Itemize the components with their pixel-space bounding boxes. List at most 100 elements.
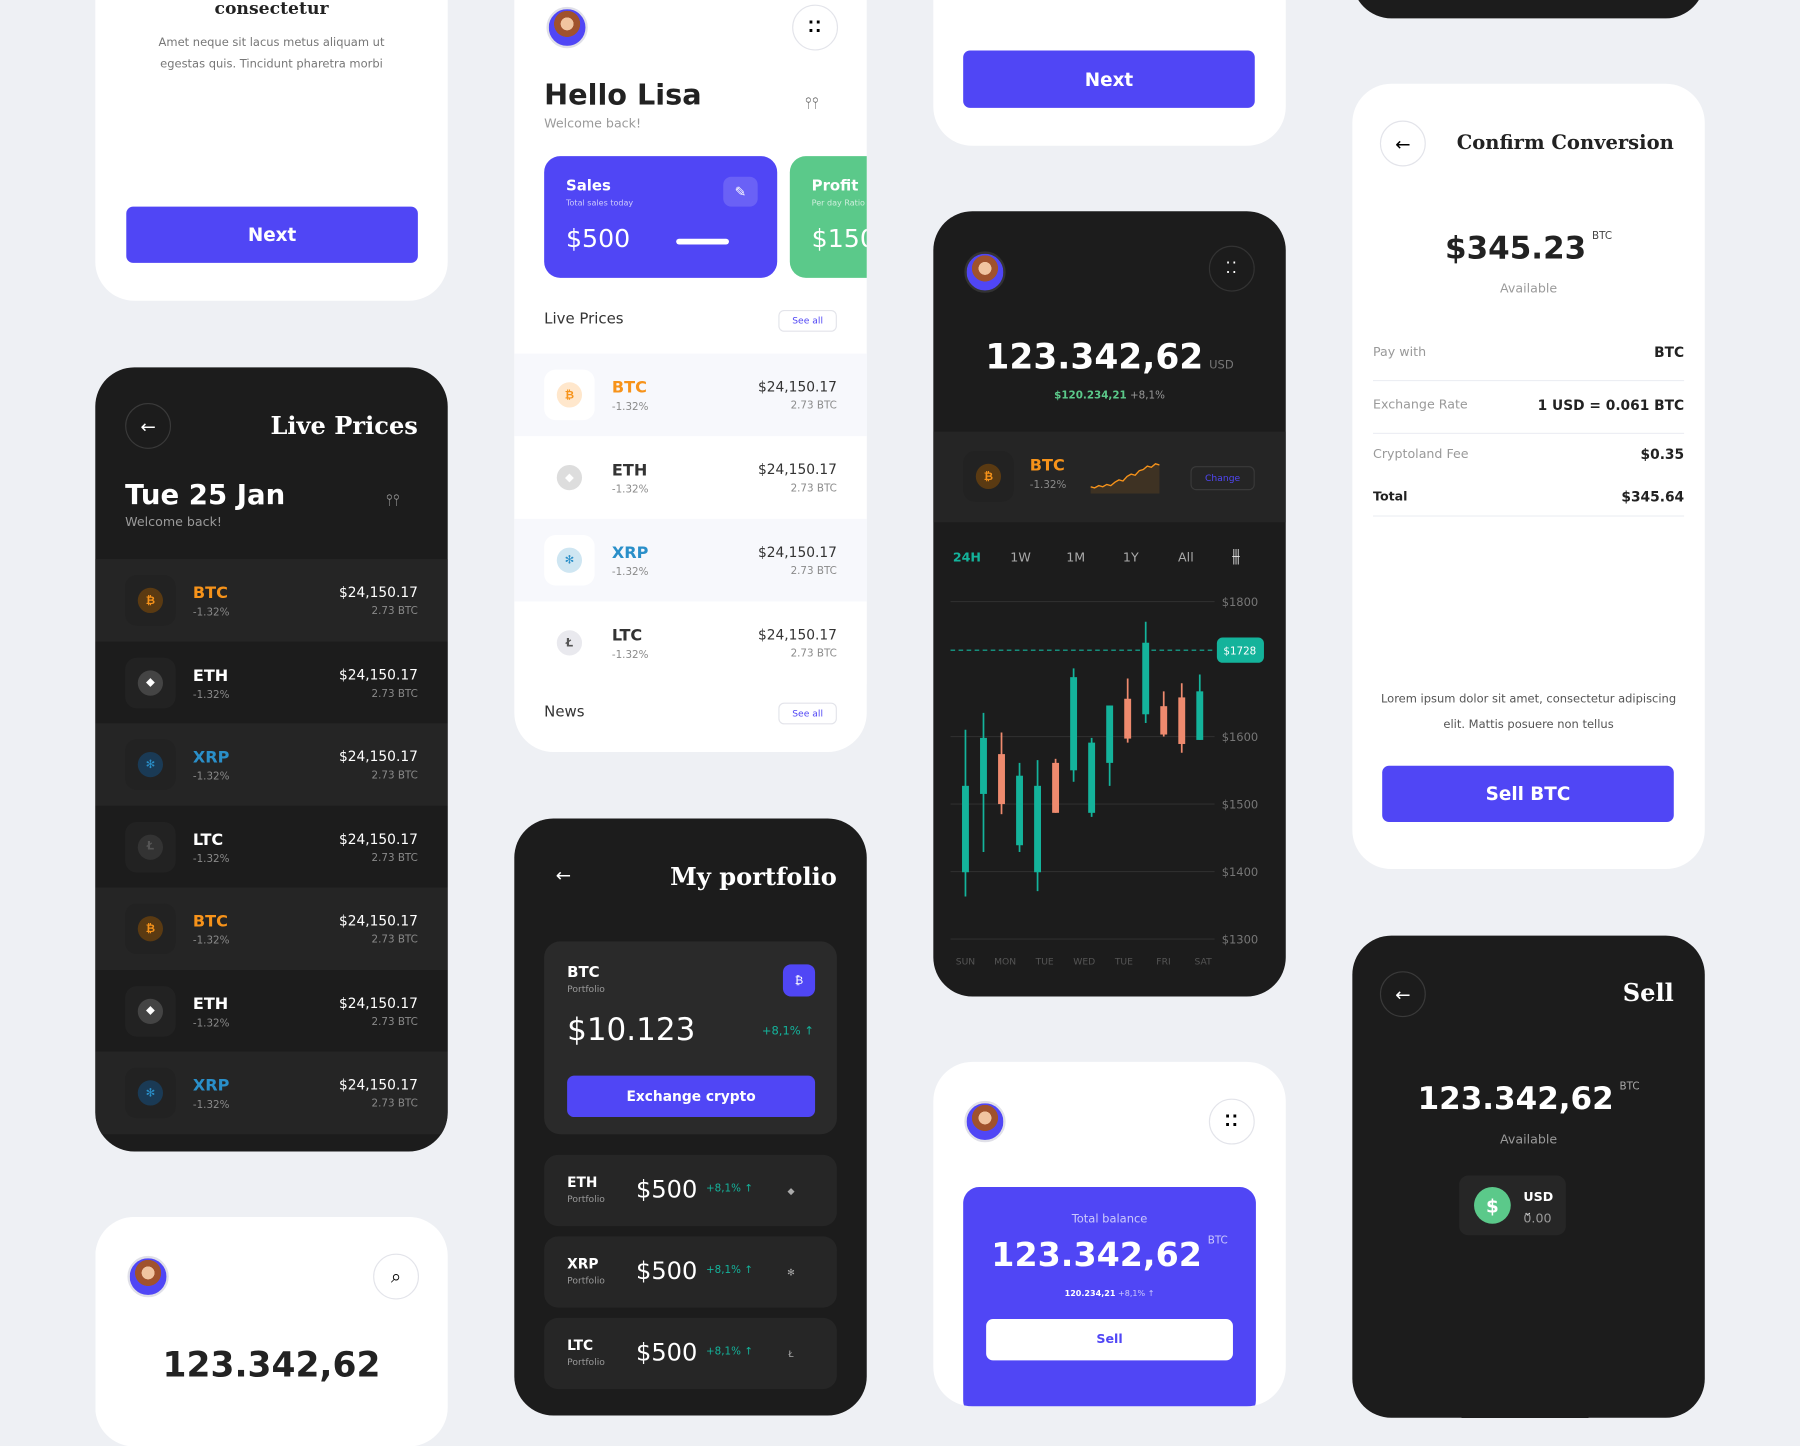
x-tick-label: TUE — [1035, 956, 1054, 967]
ethereum-icon: ◆ — [137, 998, 164, 1024]
currency-select[interactable]: $ USD ⌄ 0.00 — [1459, 1175, 1566, 1236]
avatar[interactable] — [964, 251, 1006, 293]
coin-holding: 2.73 BTC — [371, 606, 418, 618]
sales-card[interactable]: Sales Total sales today $500 ✎ — [544, 156, 778, 278]
see-all-news-button[interactable]: See all — [778, 702, 837, 725]
coin-change: -1.32% — [192, 1017, 230, 1030]
amount-currency: BTC — [1592, 230, 1613, 243]
coin-row[interactable]: ◆ ETH -1.32% $24,150.17 2.73 BTC — [95, 641, 448, 724]
sparkline — [259, 989, 328, 1028]
total-balance-currency: BTC — [1207, 1235, 1228, 1247]
edit-icon[interactable]: ✎ — [723, 176, 758, 207]
avatar[interactable] — [127, 1255, 169, 1298]
filter-icon[interactable]: ⫯⫯ — [386, 491, 400, 509]
amount-currency: BTC — [1619, 1081, 1640, 1093]
profit-card[interactable]: Profit Per day Ratio $150 — [789, 156, 867, 278]
menu-button[interactable]: ⁚⁚ — [1208, 245, 1255, 292]
ethereum-icon: ◆ — [556, 464, 583, 491]
coin-box: ₿ — [125, 575, 176, 626]
coin-holding: 2.73 BTC — [790, 648, 837, 661]
chart-settings-icon[interactable]: ⫵ — [1232, 544, 1240, 567]
filter-icon[interactable]: ⫯⫯ — [805, 94, 819, 112]
coin-symbol: BTC — [192, 584, 228, 603]
avatar[interactable] — [546, 6, 588, 49]
arrow-left-icon: ← — [1395, 132, 1411, 155]
balance-value: 123.342,62 — [162, 1345, 381, 1386]
next-button[interactable]: Next — [126, 206, 418, 263]
menu-button[interactable]: ⁚⁚ — [792, 4, 839, 51]
back-button[interactable]: ← — [125, 402, 172, 449]
ripple-icon: ✻ — [556, 547, 583, 573]
next-button[interactable]: Next — [963, 50, 1255, 108]
see-all-live-button[interactable]: See all — [778, 309, 837, 332]
candle-body — [1070, 677, 1078, 771]
candle-body — [1124, 698, 1132, 739]
chart-screen: ⁚⁚ 123.342,62 USD $120.234,21 +8,1% ₿ BT… — [933, 211, 1286, 997]
sell-btc-button[interactable]: Sell BTC — [1382, 765, 1674, 822]
grid-dots-icon: ⁚⁚ — [807, 18, 823, 37]
coin-symbol: BTC — [192, 912, 228, 932]
candle-body — [1160, 706, 1168, 735]
portfolio-symbol: ETH — [567, 1174, 598, 1191]
sparkline — [678, 621, 747, 660]
coin-holding: 2.73 BTC — [790, 565, 837, 578]
total-balance-value: 123.342,62 — [991, 1235, 1202, 1275]
tab-1m[interactable]: 1M — [1062, 550, 1090, 565]
coin-row[interactable]: ₿ BTC -1.32% $24,150.17 2.73 BTC — [95, 559, 448, 642]
coin-change: -1.32% — [611, 484, 649, 496]
coin-row[interactable]: ◆ ETH -1.32% $24,150.17 2.73 BTC — [514, 436, 867, 519]
coin-change: -1.32% — [611, 401, 649, 414]
coin-row[interactable]: ✻ XRP -1.32% $24,150.17 2.73 BTC — [95, 1051, 448, 1134]
coin-holding: 2.73 BTC — [790, 400, 837, 413]
coin-row[interactable]: Ł LTC -1.32% $24,150.17 2.73 BTC — [514, 601, 867, 685]
coin-symbol: ETH — [192, 666, 229, 685]
coin-symbol: LTC — [192, 830, 224, 849]
search-button[interactable]: ⌕ — [373, 1253, 420, 1300]
greeting: Hello Lisa — [544, 78, 702, 112]
coin-holding: 2.73 BTC — [790, 483, 837, 495]
coin-price: $24,150.17 — [338, 994, 418, 1011]
tab-1w[interactable]: 1W — [1007, 550, 1035, 565]
coin-price: $24,150.17 — [338, 912, 418, 929]
x-tick-label: SUN — [956, 956, 975, 967]
bitcoin-icon: ₿ — [137, 587, 164, 614]
back-button[interactable]: ← — [556, 864, 571, 886]
tab-all[interactable]: All — [1172, 550, 1200, 565]
portfolio-change: +8,1% ↑ — [761, 1025, 814, 1038]
coin-row[interactable]: ✻ XRP -1.32% $24,150.17 2.73 BTC — [514, 518, 867, 602]
coin-row[interactable]: ₿ BTC -1.32% $24,150.17 2.73 BTC — [514, 353, 867, 437]
summary-label: Cryptoland Fee — [1373, 446, 1469, 462]
sell-button[interactable]: Sell — [986, 1319, 1233, 1361]
coin-row[interactable]: ✻ XRP -1.32% $24,150.17 2.73 BTC — [95, 723, 448, 806]
amount-value: 123.342,62 — [1417, 1081, 1614, 1118]
portfolio-row[interactable]: XRP Portfolio $500 +8,1% ↑ ✻ — [544, 1236, 837, 1308]
back-button[interactable]: ← — [1379, 120, 1426, 167]
btc-portfolio-card[interactable]: BTC Portfolio ₿ $10.123 +8,1% ↑ Exchange… — [544, 941, 837, 1135]
avatar[interactable] — [964, 1100, 1006, 1143]
summary-value: BTC — [1654, 344, 1685, 361]
change-button[interactable]: Change — [1190, 466, 1255, 491]
balance-sub-change: +8,1% — [1130, 390, 1165, 402]
menu-button[interactable]: ⁚⁚ — [1208, 1098, 1255, 1145]
currency-label: USD — [1523, 1189, 1554, 1205]
portfolio-label: Portfolio — [567, 1193, 605, 1205]
coin-box: Ł — [125, 821, 176, 872]
coin-row[interactable]: ◆ ETH -1.32% $24,150.17 2.73 BTC — [95, 969, 448, 1052]
portfolio-row[interactable]: ETH Portfolio $500 +8,1% ↑ ◆ — [544, 1154, 837, 1227]
grid-dots-icon: ⁚⁚ — [1225, 259, 1239, 278]
portfolio-row[interactable]: LTC Portfolio $500 +8,1% ↑ Ł — [544, 1317, 837, 1390]
ethereum-icon: ◆ — [137, 669, 164, 696]
tab-24h[interactable]: 24H — [953, 550, 981, 565]
coin-row[interactable]: ₿ BTC -1.32% $24,150.17 2.73 BTC — [95, 887, 448, 970]
exchange-crypto-button[interactable]: Exchange crypto — [567, 1075, 816, 1118]
bitcoin-icon: ₿ — [782, 964, 816, 997]
portfolio-value: $500 — [635, 1257, 698, 1285]
tab-1y[interactable]: 1Y — [1117, 550, 1145, 565]
coin-symbol: XRP — [192, 1076, 230, 1096]
back-button[interactable]: ← — [1379, 971, 1426, 1018]
portfolio-label: Portfolio — [567, 983, 605, 995]
x-tick-label: MON — [994, 956, 1016, 967]
grid-dots-icon: ⁚⁚ — [1224, 1112, 1240, 1131]
portfolio-label: Portfolio — [567, 1356, 605, 1368]
coin-row[interactable]: Ł LTC -1.32% $24,150.17 2.73 BTC — [95, 805, 448, 888]
